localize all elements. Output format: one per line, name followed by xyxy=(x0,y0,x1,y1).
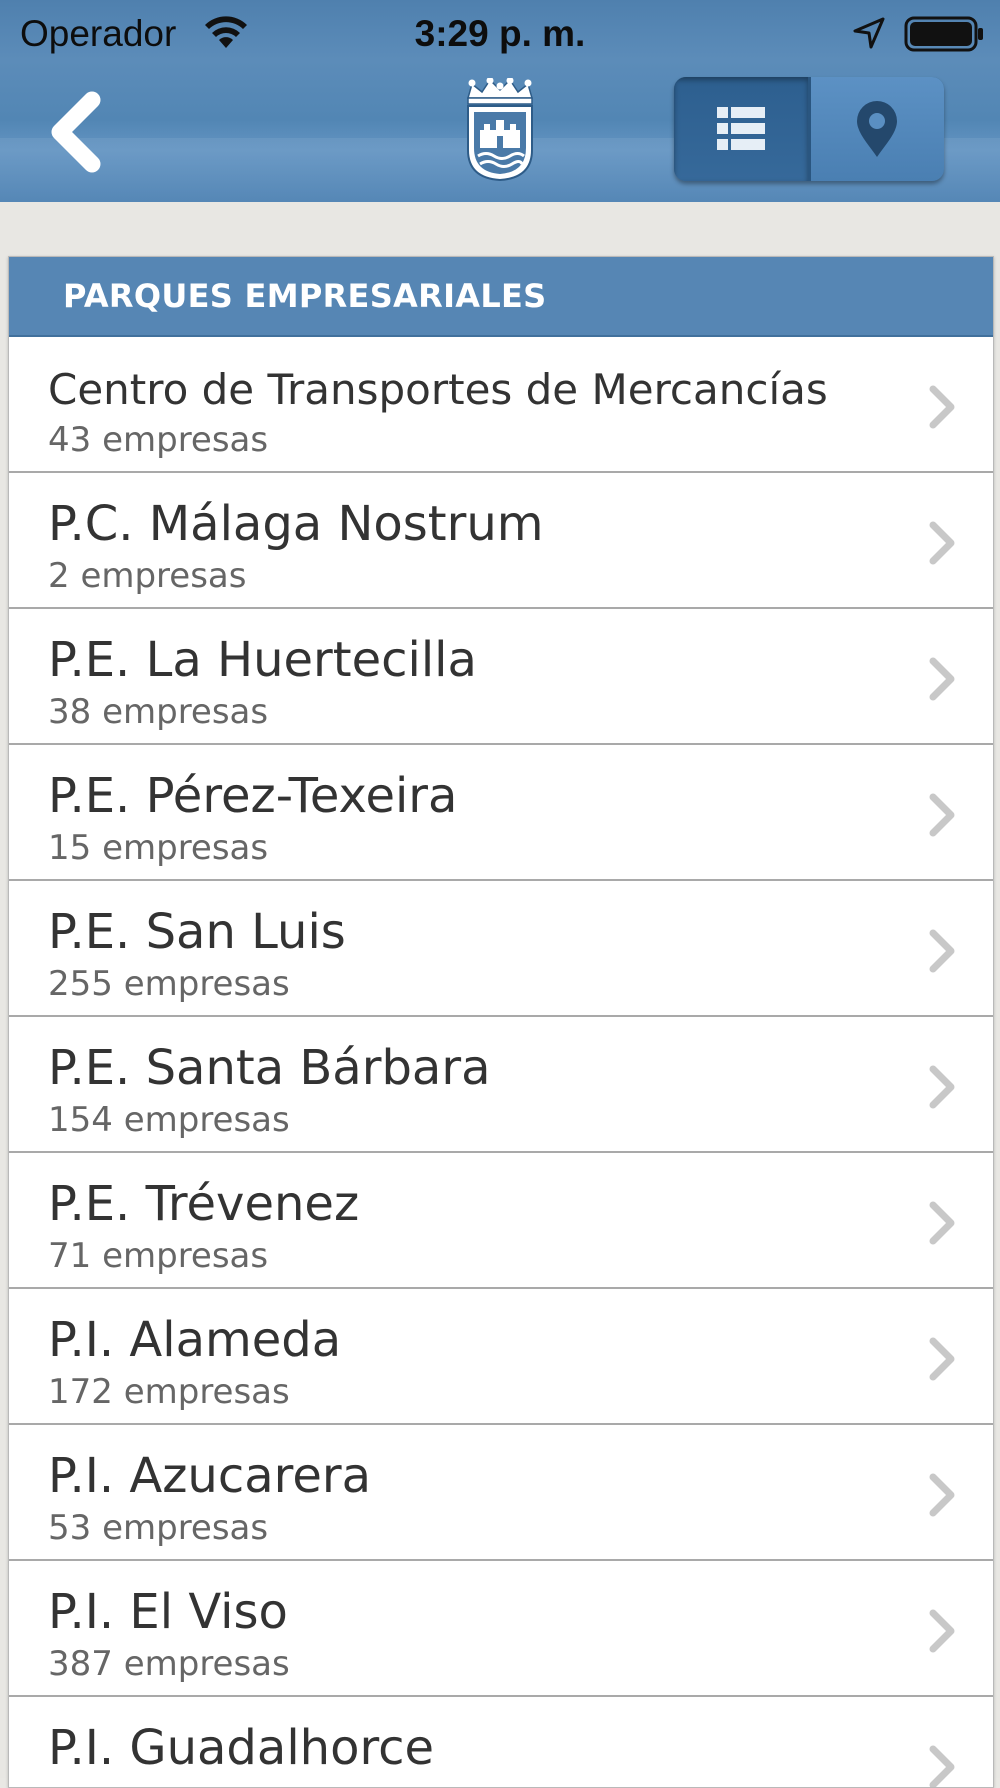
chevron-right-icon xyxy=(929,1065,955,1109)
list-item-subtitle: 15 empresas xyxy=(48,828,269,868)
list-item-subtitle: 172 empresas xyxy=(48,1372,290,1412)
list-item-title: P.E. Santa Bárbara xyxy=(48,1040,491,1096)
status-bar: Operador 3:29 p. m. xyxy=(0,0,1000,70)
list-item[interactable]: P.I. Guadalhorce xyxy=(9,1697,993,1787)
list-item-subtitle: 2 empresas xyxy=(48,556,247,596)
list-item-subtitle: 71 empresas xyxy=(48,1236,269,1276)
list-item[interactable]: P.E. La Huertecilla 38 empresas xyxy=(9,609,993,745)
city-crest-logo xyxy=(467,78,533,182)
list-item[interactable]: P.E. Santa Bárbara 154 empresas xyxy=(9,1017,993,1153)
list-item-subtitle: 387 empresas xyxy=(48,1644,290,1684)
list-item-title: P.E. Trévenez xyxy=(48,1176,360,1232)
list-item[interactable]: Centro de Transportes de Mercancías 43 em… xyxy=(9,337,993,473)
list-item[interactable]: P.C. Málaga Nostrum 2 empresas xyxy=(9,473,993,609)
view-mode-segmented-control[interactable] xyxy=(674,77,944,181)
chevron-right-icon xyxy=(929,1745,955,1787)
battery-icon xyxy=(904,16,983,52)
list-item-title: P.E. Pérez-Texeira xyxy=(48,768,458,824)
list-item[interactable]: P.E. Pérez-Texeira 15 empresas xyxy=(9,745,993,881)
list-item-subtitle: 38 empresas xyxy=(48,692,269,732)
business-parks-list[interactable]: PARQUES EMPRESARIALES Centro de Transpor… xyxy=(8,256,994,1788)
list-item[interactable]: P.E. Trévenez 71 empresas xyxy=(9,1153,993,1289)
chevron-right-icon xyxy=(929,521,955,565)
list-item-title: P.I. El Viso xyxy=(48,1584,288,1640)
map-view-segment[interactable] xyxy=(810,77,944,181)
location-arrow-icon xyxy=(853,17,885,49)
list-item-subtitle: 53 empresas xyxy=(48,1508,269,1548)
chevron-right-icon xyxy=(929,657,955,701)
chevron-right-icon xyxy=(929,1609,955,1653)
list-item[interactable]: P.E. San Luis 255 empresas xyxy=(9,881,993,1017)
list-item[interactable]: P.I. Alameda 172 empresas xyxy=(9,1289,993,1425)
content-area: PARQUES EMPRESARIALES Centro de Transpor… xyxy=(0,202,1000,1788)
list-item[interactable]: P.I. Azucarera 53 empresas xyxy=(9,1425,993,1561)
chevron-right-icon xyxy=(929,929,955,973)
list-item-title: P.E. La Huertecilla xyxy=(48,632,477,688)
list-item-subtitle: 154 empresas xyxy=(48,1100,290,1140)
chevron-right-icon xyxy=(929,1473,955,1517)
map-pin-icon xyxy=(857,101,898,157)
list-item-title: P.I. Guadalhorce xyxy=(48,1720,435,1776)
chevron-right-icon xyxy=(929,1337,955,1381)
section-header: PARQUES EMPRESARIALES xyxy=(9,257,993,337)
chevron-right-icon xyxy=(929,385,955,429)
list-item-title: P.I. Alameda xyxy=(48,1312,342,1368)
chevron-right-icon xyxy=(929,1201,955,1245)
list-item-title: P.I. Azucarera xyxy=(48,1448,372,1504)
list-item-title: P.E. San Luis xyxy=(48,904,346,960)
list-item-title: P.C. Málaga Nostrum xyxy=(48,496,544,552)
chevron-right-icon xyxy=(929,793,955,837)
back-button[interactable] xyxy=(40,88,120,178)
list-item-title: Centro de Transportes de Mercancías xyxy=(48,365,828,414)
list-item-subtitle: 43 empresas xyxy=(48,420,269,460)
navigation-bar: Operador 3:29 p. m. xyxy=(0,0,1000,202)
list-icon xyxy=(716,107,765,150)
list-item[interactable]: P.I. El Viso 387 empresas xyxy=(9,1561,993,1697)
list-rows: Centro de Transportes de Mercancías 43 em… xyxy=(9,337,993,1787)
list-view-segment[interactable] xyxy=(674,77,811,181)
chevron-left-icon xyxy=(51,91,101,173)
list-item-subtitle: 255 empresas xyxy=(48,964,290,1004)
status-time: 3:29 p. m. xyxy=(414,13,586,54)
